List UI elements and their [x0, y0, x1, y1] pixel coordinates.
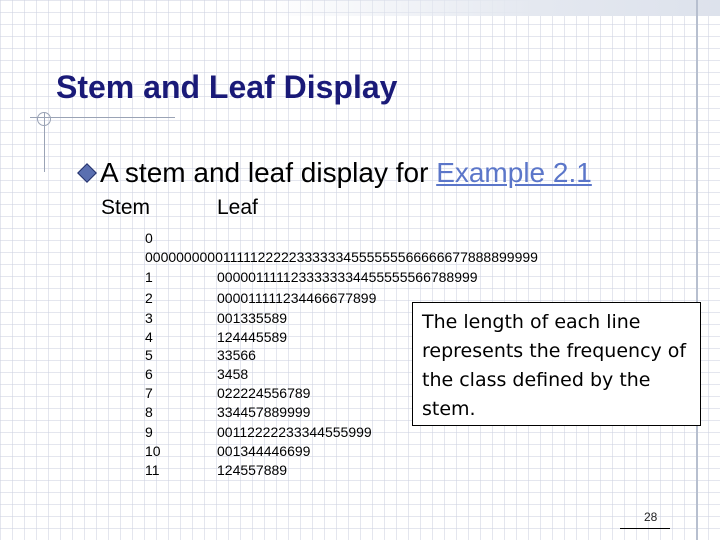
bullet-text: A stem and leaf display for — [100, 157, 437, 188]
leaf-values: 124445589 — [217, 329, 288, 345]
leaf-values: 124557889 — [217, 462, 288, 478]
stem-value: 8 — [145, 404, 153, 420]
crosshair-icon — [37, 112, 51, 126]
stem-value: 11 — [145, 462, 160, 478]
page-number-underline — [620, 528, 670, 529]
leaf-values: 334457889999 — [217, 404, 311, 420]
diamond-bullet-icon — [77, 162, 97, 183]
stem-header: Stem — [101, 196, 151, 219]
leaf-values: 001335589 — [217, 310, 288, 326]
leaf-values: 022224556789 — [217, 385, 311, 401]
horizontal-rule — [30, 117, 175, 118]
frequency-callout: The length of each line represents the f… — [412, 302, 701, 426]
stem-value: 6 — [145, 366, 153, 382]
example-link[interactable]: Example 2.1 — [436, 157, 592, 188]
stem-value: 5 — [145, 347, 153, 363]
leaf-values: 0000011111233333334455555566788999 — [217, 269, 478, 285]
leaf-values: 000011111234466677899 — [217, 290, 377, 306]
top-decorative-band — [262, 0, 720, 16]
leaf-values: 0000000000111112222233333345555555666666… — [145, 249, 538, 265]
page-number: 28 — [644, 510, 658, 524]
stem-value: 9 — [145, 424, 153, 440]
stem-value: 7 — [145, 385, 153, 401]
leaf-header: Leaf — [217, 196, 258, 219]
right-rule — [696, 0, 698, 540]
stem-value: 1 — [145, 269, 153, 285]
leaf-values: 001344446699 — [217, 443, 311, 459]
stem-value: 4 — [145, 329, 153, 345]
stem-value: 0 — [145, 230, 153, 246]
leaf-values: 33566 — [217, 347, 256, 363]
stem-value: 10 — [145, 443, 161, 459]
stem-row-0: 0 — [145, 229, 153, 247]
stem-value: 3 — [145, 310, 153, 326]
leaf-row-0: 0000000000111112222233333345555555666666… — [145, 248, 538, 266]
stem-value: 2 — [145, 290, 153, 306]
leaf-values: 00112222233344555999 — [217, 424, 372, 440]
slide-title: Stem and Leaf Display — [56, 69, 398, 105]
bullet-item: A stem and leaf display for Example 2.1 — [77, 157, 592, 189]
leaf-values: 3458 — [217, 366, 249, 382]
